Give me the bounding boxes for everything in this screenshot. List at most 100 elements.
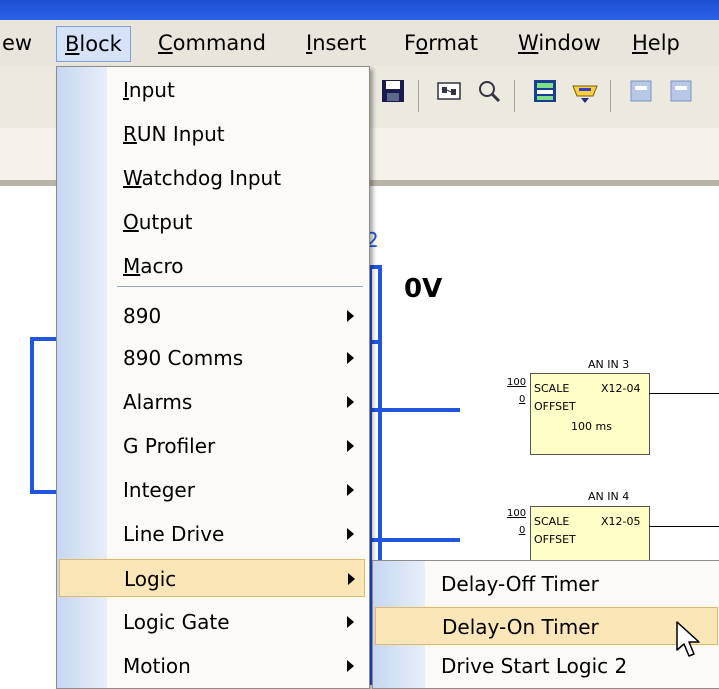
submenu-arrow-icon [348,573,355,585]
submenu-item[interactable]: Delay-On Timer [375,607,718,645]
menu-insert[interactable]: Insert [298,26,374,60]
menu-item-text: Motion [123,654,191,678]
tile2-icon[interactable] [664,78,698,112]
connect-icon[interactable] [432,78,466,112]
input-bottom-value: 0 [519,525,526,536]
submenu-arrow-icon [347,616,354,628]
analog-input-block[interactable]: SCALE X12-04 OFFSET 100 ms [530,373,650,455]
menu-item-text: 890 Comms [123,346,244,370]
menu-item[interactable]: Watchdog Input [59,159,365,197]
menu-item-text: Logic Gate [123,610,230,634]
menu-item-label: Logic Gate [123,603,230,641]
menu-command[interactable]: Command [150,26,274,60]
menu-item[interactable]: 890 Comms [59,339,365,377]
block-output-label: X12-05 [601,515,641,528]
tile-icon[interactable] [624,78,658,112]
menu-format[interactable]: Format [396,26,486,60]
toolbar-separator [610,80,611,112]
menu-item-text: Integer [123,478,195,502]
toolbar-separator [514,80,515,112]
zoom-icon[interactable] [472,78,506,112]
submenu-item[interactable]: Delay-Off Timer [375,565,718,603]
submenu-arrow-icon [347,528,354,540]
menu-item-text: nput [128,78,175,102]
block-row-time: 100 ms [571,420,612,433]
analog-input-block[interactable]: SCALE X12-05 OFFSET [530,506,650,568]
menu-item-mnemonic: M [123,254,141,278]
block-title: AN IN 3 [588,358,630,371]
block-title: AN IN 4 [588,490,630,503]
menu-item-text: acro [140,254,184,278]
menu-item-label: Macro [123,247,184,285]
block-icon[interactable] [528,78,562,112]
menu-item-text: Logic [124,567,177,591]
block-output-label: X12-04 [601,382,641,395]
menu-item-label: Input [123,71,175,109]
title-bar-strip [0,0,719,20]
menu-item-text: 890 [123,304,162,328]
menu-item[interactable]: Logic Gate [59,603,365,641]
menu-block[interactable]: Block [56,26,131,62]
wire [30,337,58,341]
menu-item[interactable]: Alarms [59,383,365,421]
block-row-scale: SCALE [534,515,570,528]
submenu-item-label: Drive Start Logic 2 [441,654,628,678]
menu-item[interactable]: Motion [59,647,365,685]
menu-bar: ew Block Command Insert Format Window He… [0,20,719,67]
menu-item-label: Integer [123,471,195,509]
block-menu: Input RUN Input Watchdog Input Output Macro 8… [56,66,370,689]
menu-item[interactable]: RUN Input [59,115,365,153]
menu-item-text: G Profiler [123,434,216,458]
menu-item-mnemonic: R [123,122,137,146]
menu-item[interactable]: Logic [59,559,365,597]
save-icon[interactable] [376,78,410,112]
wire [368,538,460,542]
menu-item-text: utput [138,210,193,234]
submenu-arrow-icon [347,352,354,364]
menu-item[interactable]: G Profiler [59,427,365,465]
wire [30,337,34,492]
submenu-item[interactable]: Drive Start Logic 2 [375,647,718,685]
block-row-scale: SCALE [534,382,570,395]
submenu-item-label: Delay-Off Timer [441,572,599,596]
submenu-arrow-icon [347,396,354,408]
menu-item-label: Motion [123,647,191,685]
menu-help[interactable]: Help [624,26,688,60]
input-top-value: 100 [507,377,527,388]
wire [368,340,382,344]
submenu-item-label: Delay-On Timer [442,615,599,639]
menu-item[interactable]: Output [59,203,365,241]
menu-item[interactable]: Macro [59,247,365,285]
port-icon[interactable] [568,78,602,112]
menu-item-label: G Profiler [123,427,215,465]
menu-divider [117,286,363,287]
menu-item-text: atchdog Input [141,166,282,190]
menu-item[interactable]: Input [59,71,365,109]
block-row-offset: OFFSET [534,533,576,546]
logic-submenu: Delay-Off Timer Delay-On Timer Drive Start… [372,560,719,689]
menu-item-mnemonic: O [123,210,139,234]
submenu-arrow-icon [347,310,354,322]
wire [30,490,58,494]
input-top-value: 100 [507,508,527,519]
menu-view[interactable]: ew [0,26,40,60]
menu-item-label: 890 [123,297,161,335]
menu-item[interactable]: Line Drive [59,515,365,553]
submenu-arrow-icon [347,484,354,496]
menu-item-text: Line Drive [123,522,225,546]
menu-item-label: Alarms [123,383,192,421]
supply-label: 0V [404,274,443,304]
wire [368,265,382,269]
toolbar-separator [418,80,419,112]
menu-item-label: RUN Input [123,115,225,153]
submenu-arrow-icon [347,440,354,452]
output-wire [649,393,719,394]
menu-item[interactable]: Integer [59,471,365,509]
block-row-offset: OFFSET [534,400,576,413]
submenu-arrow-icon [347,660,354,672]
menu-block-rest: lock [79,32,122,56]
menu-item[interactable]: 890 [59,297,365,335]
menu-window[interactable]: Window [510,26,609,60]
menu-item-text: UN Input [136,122,225,146]
input-bottom-value: 0 [519,394,526,405]
